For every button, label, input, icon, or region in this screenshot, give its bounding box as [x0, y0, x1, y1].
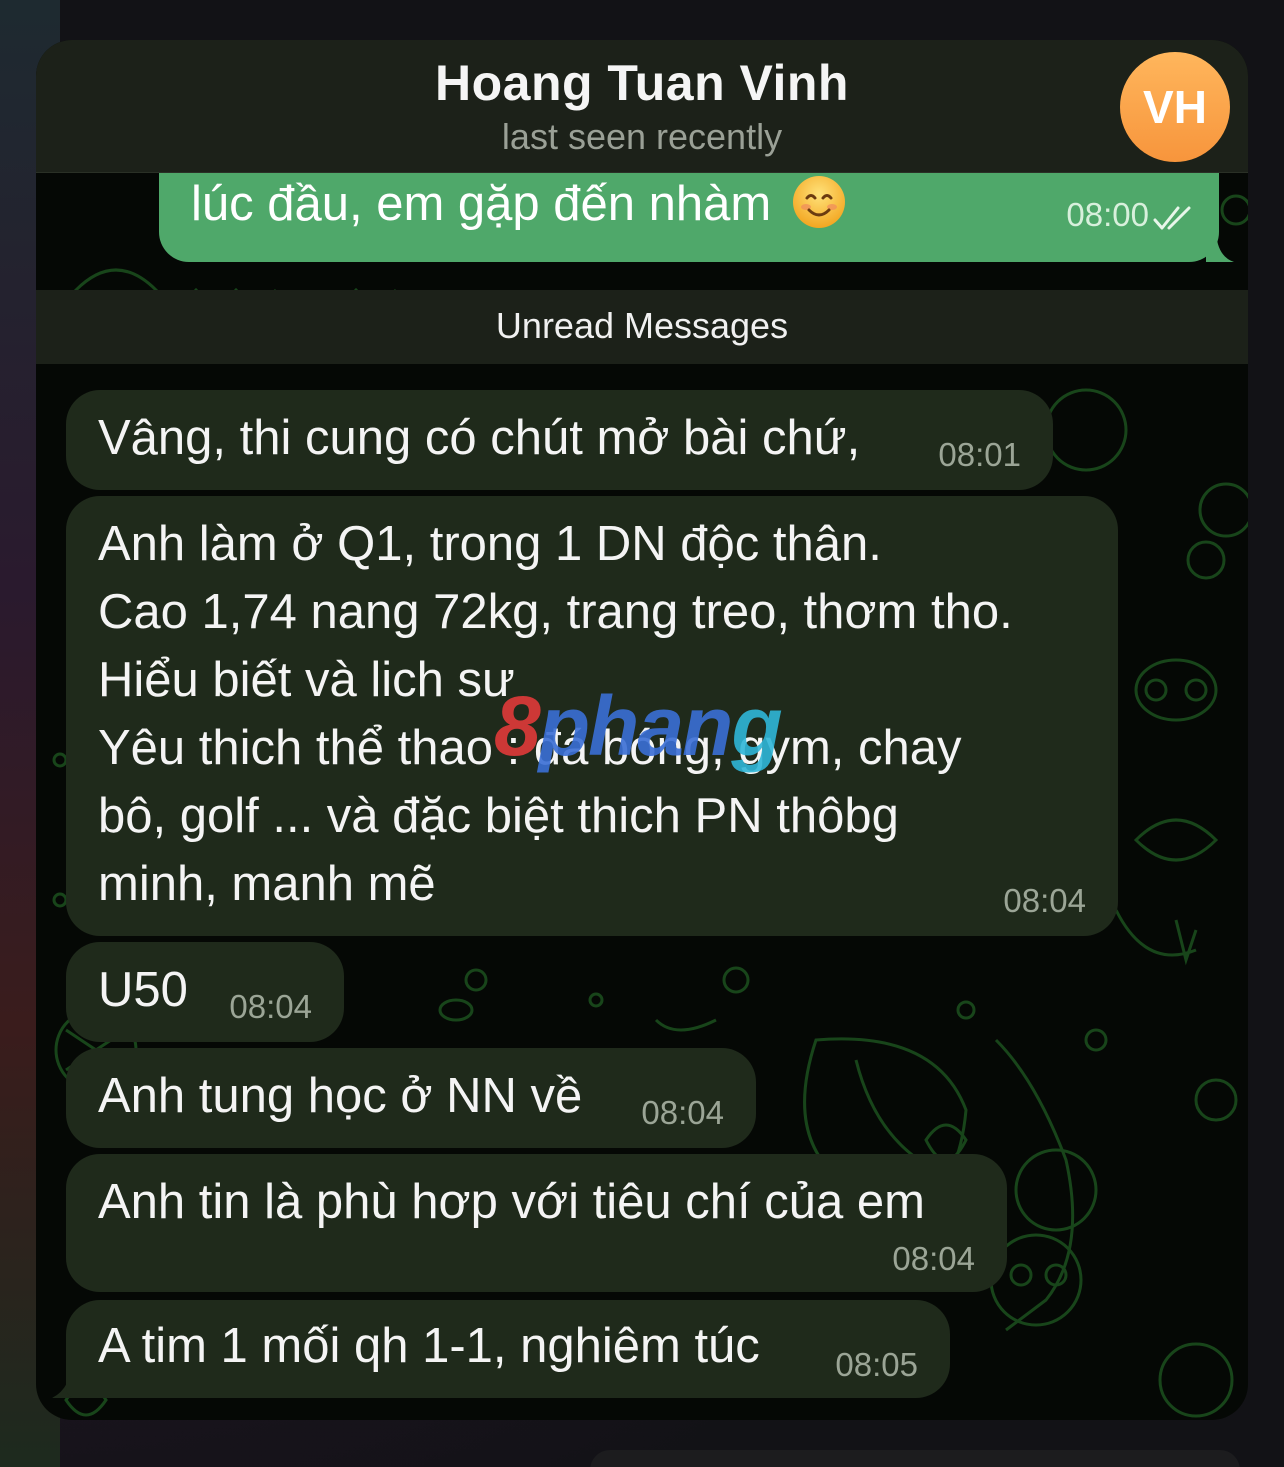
- message-text: A tim 1 mối qh 1-1, nghiêm túc: [98, 1319, 760, 1373]
- incoming-message[interactable]: A tim 1 mối qh 1-1, nghiêm túc 08:05: [66, 1300, 950, 1398]
- message-text-line: Cao 1,74 nang 72kg, trang treo, thơm tho…: [98, 585, 1013, 639]
- last-seen-status: last seen recently: [501, 116, 783, 157]
- message-text: Vâng, thi cung có chút mở bài chứ,: [98, 411, 861, 465]
- unread-divider: Unread Messages: [36, 290, 1248, 364]
- message-time: 08:04: [229, 988, 312, 1025]
- avatar[interactable]: VH: [1120, 52, 1230, 162]
- incoming-message[interactable]: Anh tin là phù hơp với tiêu chí của em 0…: [66, 1154, 1007, 1292]
- incoming-message[interactable]: Anh tung học ở NN về 08:04: [66, 1048, 756, 1148]
- input-bar-edge: [590, 1450, 1240, 1467]
- watermark-logo: 8phang: [494, 679, 783, 773]
- double-check-icon: [1153, 206, 1191, 230]
- message-text-line: Anh làm ở Q1, trong 1 DN độc thân.: [98, 517, 882, 571]
- unread-label: Unread Messages: [495, 305, 789, 346]
- message-text-line: Hiểu biết và lich sư: [98, 653, 515, 707]
- message-time: 08:00: [1066, 196, 1149, 233]
- message-text: U50: [98, 963, 188, 1017]
- contact-name[interactable]: Hoang Tuan Vinh: [36, 54, 1248, 112]
- message-time: 08:05: [835, 1346, 918, 1383]
- outgoing-message[interactable]: lúc đầu, em gặp đến nhàm 08:00: [159, 160, 1219, 262]
- message-text-content: lúc đầu, em gặp đến nhàm: [191, 177, 772, 231]
- message-time: 08:01: [938, 436, 1021, 473]
- incoming-message[interactable]: Vâng, thi cung có chút mở bài chứ, 08:01: [66, 390, 1053, 490]
- message-text: Anh tin là phù hơp với tiêu chí của em: [98, 1175, 925, 1229]
- message-time: 08:04: [892, 1240, 975, 1277]
- incoming-message[interactable]: U50 08:04: [66, 942, 344, 1042]
- message-text: Anh tung học ở NN về: [98, 1069, 583, 1123]
- message-text-line: bô, golf ... và đặc biệt thich PN thôbg: [98, 789, 899, 843]
- smiling-face-icon: [792, 176, 845, 228]
- chat-header: Hoang Tuan Vinh last seen recently VH: [36, 40, 1248, 173]
- bubble-tail: [1206, 228, 1234, 262]
- avatar-initials: VH: [1143, 81, 1207, 133]
- message-text-line: minh, manh mẽ: [98, 857, 436, 911]
- chat-window: Hoang Tuan Vinh last seen recently VH lú…: [36, 40, 1248, 1420]
- message-time: 08:04: [1003, 882, 1086, 919]
- message-time: 08:04: [641, 1094, 724, 1131]
- message-text: lúc đầu, em gặp đến nhàm: [191, 174, 847, 232]
